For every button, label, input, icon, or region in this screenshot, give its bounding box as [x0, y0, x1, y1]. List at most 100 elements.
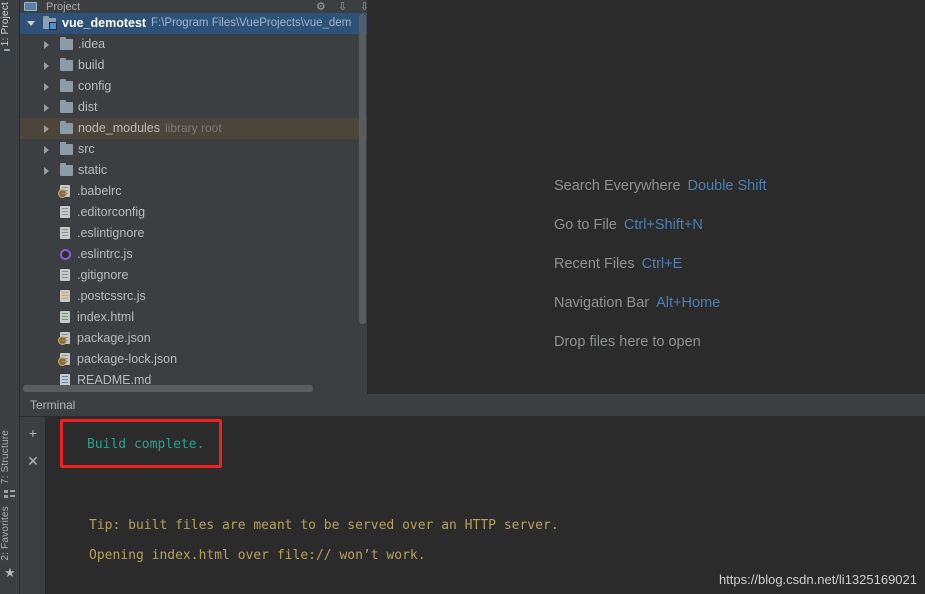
- terminal-tabbar: Terminal: [20, 395, 925, 417]
- hint-search-everywhere: Search Everywhere Double Shift: [554, 178, 925, 217]
- project-view-icon[interactable]: [24, 2, 37, 11]
- tree-row[interactable]: node_modules library root: [20, 118, 368, 139]
- chevron-down-icon[interactable]: [27, 21, 35, 26]
- tree-row[interactable]: src: [20, 139, 368, 160]
- tree-item-label: .idea: [78, 37, 106, 51]
- tree-row[interactable]: package.json: [20, 328, 368, 349]
- tree-row[interactable]: .postcssrc.js: [20, 286, 368, 307]
- tree-row[interactable]: static: [20, 160, 368, 181]
- gear-icon[interactable]: ⚙: [316, 2, 327, 13]
- editor-hints: Search Everywhere Double Shift Go to File…: [554, 178, 925, 373]
- json-file-icon: [58, 353, 70, 366]
- sidebar-item-project[interactable]: 1: Project: [0, 2, 20, 64]
- js-file-icon: [60, 249, 71, 260]
- ide-window: 1: Project 7: Structure 2: Favorites ★ P…: [0, 0, 925, 594]
- hint-drop-files: Drop files here to open: [554, 334, 925, 373]
- folder-icon: [60, 120, 73, 134]
- terminal-line-opening: Opening index.html over file:// won’t wo…: [89, 548, 426, 563]
- folder-icon: [60, 162, 73, 176]
- terminal-line-tip: Tip: built files are meant to be served …: [89, 518, 559, 533]
- tree-row[interactable]: .editorconfig: [20, 202, 368, 223]
- tree-item-label: .gitignore: [77, 268, 129, 282]
- tree-item-label: config: [78, 79, 112, 93]
- hint-label: Recent Files: [554, 256, 635, 272]
- hint-label: Go to File: [554, 217, 617, 233]
- json-file-icon: [58, 332, 70, 345]
- hint-shortcut: Alt+Home: [656, 295, 721, 311]
- tree-row[interactable]: index.html: [20, 307, 368, 328]
- project-tree[interactable]: vue_demotest F:\Program Files\VueProject…: [20, 13, 368, 387]
- tree-item-label: vue_demotest: [62, 16, 147, 30]
- tree-row[interactable]: config: [20, 76, 368, 97]
- collapse-all-icon[interactable]: ⇩: [338, 2, 349, 13]
- tree-item-label: package-lock.json: [77, 352, 178, 366]
- tree-row[interactable]: dist: [20, 97, 368, 118]
- text-file-icon: [60, 206, 70, 218]
- folder-icon: [60, 36, 73, 50]
- project-tree-horizontal-scrollbar[interactable]: [23, 385, 313, 392]
- tab-terminal[interactable]: Terminal: [30, 398, 75, 412]
- tree-item-label: src: [78, 142, 95, 156]
- project-folder-icon: [4, 51, 17, 62]
- terminal-side-toolbar: + ✕: [20, 417, 46, 594]
- project-panel-toolbar: Project ⚙ ⇩ ⇩: [20, 0, 368, 13]
- tree-row[interactable]: vue_demotest F:\Program Files\VueProject…: [20, 13, 368, 34]
- hint-recent-files: Recent Files Ctrl+E: [554, 256, 925, 295]
- tree-item-label: index.html: [77, 310, 134, 324]
- folder-icon: [60, 78, 73, 92]
- sidebar-item-structure[interactable]: 7: Structure: [0, 430, 20, 502]
- sidebar-item-favorites[interactable]: 2: Favorites ★: [0, 506, 20, 579]
- project-panel-title: Project: [46, 1, 81, 13]
- tree-item-path: F:\Program Files\VueProjects\vue_dem: [151, 17, 352, 29]
- hint-shortcut: Double Shift: [687, 178, 767, 194]
- sidebar-item-project-label: 1: Project: [0, 2, 11, 47]
- tree-item-label: package.json: [77, 331, 151, 345]
- tree-item-label: .eslintrc.js: [77, 247, 133, 261]
- tree-item-tag: library root: [165, 121, 222, 135]
- hint-label: Navigation Bar: [554, 295, 650, 311]
- hint-navigation-bar: Navigation Bar Alt+Home: [554, 295, 925, 334]
- tree-row[interactable]: package-lock.json: [20, 349, 368, 370]
- sidebar-item-structure-label: 7: Structure: [0, 430, 11, 485]
- tree-item-label: static: [78, 163, 108, 177]
- hint-go-to-file: Go to File Ctrl+Shift+N: [554, 217, 925, 256]
- hint-shortcut: Ctrl+Shift+N: [623, 217, 703, 233]
- hint-label: Search Everywhere: [554, 178, 681, 194]
- new-session-icon[interactable]: +: [26, 426, 40, 440]
- chevron-right-icon[interactable]: [44, 61, 49, 70]
- chevron-right-icon[interactable]: [44, 124, 49, 133]
- tree-row[interactable]: .idea: [20, 34, 368, 55]
- tool-window-rail: 1: Project 7: Structure 2: Favorites ★: [0, 0, 20, 594]
- tree-row[interactable]: .gitignore: [20, 265, 368, 286]
- tree-item-label: .editorconfig: [77, 205, 146, 219]
- terminal-tool-window: Terminal + ✕ Build complete. Tip: built …: [20, 395, 925, 594]
- text-file-icon: [60, 227, 70, 239]
- project-tool-window: Project ⚙ ⇩ ⇩ vue_demotest F:\Program Fi…: [20, 0, 368, 394]
- text-file-icon: [60, 269, 70, 281]
- folder-icon: [60, 99, 73, 113]
- folder-icon: [60, 57, 73, 71]
- chevron-right-icon[interactable]: [44, 82, 49, 91]
- chevron-right-icon[interactable]: [44, 166, 49, 175]
- chevron-right-icon[interactable]: [44, 103, 49, 112]
- terminal-output[interactable]: Build complete. Tip: built files are mea…: [47, 417, 925, 594]
- terminal-line-build-complete: Build complete.: [87, 437, 205, 452]
- project-tree-vertical-scrollbar[interactable]: [359, 14, 366, 324]
- sidebar-item-favorites-label: 2: Favorites: [0, 506, 11, 561]
- hint-label: Drop files here to open: [554, 334, 701, 350]
- tree-row[interactable]: .eslintignore: [20, 223, 368, 244]
- hint-shortcut: Ctrl+E: [641, 256, 683, 272]
- json-file-icon: [58, 185, 70, 198]
- watermark: https://blog.csdn.net/li1325169021: [718, 572, 917, 587]
- tree-row[interactable]: build: [20, 55, 368, 76]
- chevron-right-icon[interactable]: [44, 145, 49, 154]
- tree-item-label: dist: [78, 100, 98, 114]
- structure-icon: [3, 489, 17, 500]
- chevron-right-icon[interactable]: [44, 40, 49, 49]
- tree-row[interactable]: .eslintrc.js: [20, 244, 368, 265]
- css-file-icon: [60, 290, 70, 302]
- close-session-icon[interactable]: ✕: [26, 454, 40, 468]
- tree-item-label: node_modules: [78, 121, 161, 135]
- star-icon: ★: [4, 564, 16, 580]
- tree-row[interactable]: .babelrc: [20, 181, 368, 202]
